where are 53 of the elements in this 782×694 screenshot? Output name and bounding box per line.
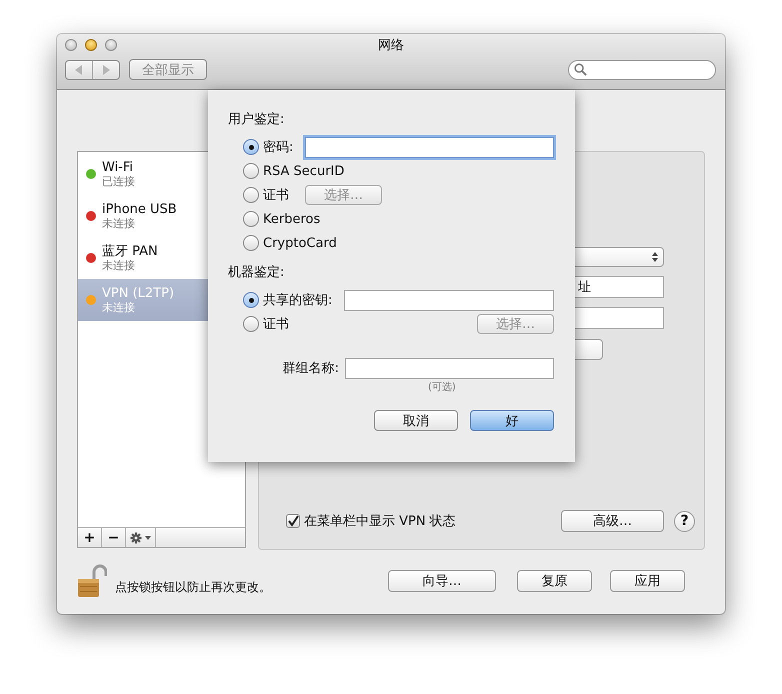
radio-label: 证书 — [263, 316, 289, 333]
list-tool-button[interactable]: − — [102, 528, 126, 547]
radio-button[interactable] — [243, 163, 259, 179]
radio-button[interactable] — [243, 316, 259, 332]
radio-button[interactable] — [243, 139, 259, 155]
footer-button[interactable]: 向导… — [388, 570, 496, 592]
zoom-button[interactable] — [105, 39, 117, 51]
service-name: iPhone USB — [102, 202, 177, 217]
service-name: VPN (L2TP) — [102, 286, 174, 301]
radio-label: CryptoCard — [263, 236, 337, 250]
radio-label: Kerberos — [263, 212, 320, 226]
list-tool-button[interactable]: + — [78, 528, 102, 547]
section-heading: 用户鉴定: — [228, 111, 286, 129]
input-field[interactable] — [344, 290, 554, 310]
footer-button[interactable]: 应用 — [610, 570, 685, 592]
ok-button[interactable]: 好 — [470, 410, 554, 431]
radio-label: 密码: — [263, 139, 294, 156]
service-status: 未连接 — [102, 301, 136, 314]
stepper-arrows-icon — [652, 252, 658, 262]
radio-button[interactable] — [243, 211, 259, 227]
help-button[interactable]: ? — [674, 510, 695, 532]
padlock-icon[interactable] — [77, 564, 107, 598]
lock-hint: 点按锁按钮以防止再次更改。 — [115, 579, 271, 596]
search-icon — [574, 63, 587, 76]
input-field[interactable] — [305, 136, 554, 158]
section-heading: 机器鉴定: — [228, 264, 286, 282]
service-status: 已连接 — [102, 175, 135, 188]
window-title: 网络 — [377, 37, 405, 54]
radio-button[interactable] — [243, 187, 259, 203]
checkbox-label: 在菜单栏中显示 VPN 状态 — [304, 513, 456, 530]
minimize-button[interactable] — [85, 39, 97, 51]
gear-icon — [130, 532, 152, 544]
field-label: 群组名称: — [282, 360, 340, 377]
back-icon — [75, 64, 83, 74]
footer-button[interactable]: 复原 — [517, 570, 592, 592]
optional-hint: (可选) — [427, 380, 457, 394]
checkbox[interactable] — [286, 514, 300, 528]
radio-button[interactable] — [243, 292, 259, 308]
radio-label: 共享的密钥: — [263, 292, 334, 309]
service-status: 未连接 — [102, 217, 136, 230]
search-field[interactable] — [568, 60, 716, 80]
input-field[interactable] — [345, 358, 554, 378]
cancel-button[interactable]: 取消 — [374, 410, 458, 431]
service-name: 蓝牙 PAN — [102, 244, 158, 259]
radio-label: RSA SecurID — [263, 164, 344, 178]
checkmark-icon — [287, 515, 299, 527]
forward-icon — [102, 64, 110, 74]
service-name: Wi-Fi — [102, 160, 134, 175]
close-button[interactable] — [65, 39, 77, 51]
service-status: 未连接 — [102, 259, 136, 272]
radio-label: 证书 — [263, 187, 290, 204]
radio-button[interactable] — [243, 235, 259, 251]
advanced-button[interactable]: 高级… — [561, 510, 664, 532]
